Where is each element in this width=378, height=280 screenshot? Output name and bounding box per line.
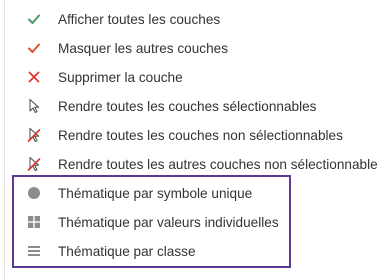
check-icon xyxy=(28,14,40,24)
grid-icon xyxy=(28,216,40,228)
menu-item-thematic-by-class[interactable]: Thématique par classe xyxy=(5,237,375,266)
menu-item-label: Thématique par classe xyxy=(58,244,196,259)
menu-item-thematic-individual-values[interactable]: Thématique par valeurs individuelles xyxy=(5,208,375,237)
menu-item-label: Masquer les autres couches xyxy=(58,41,229,56)
pointer-disabled-icon xyxy=(27,127,41,143)
menu-item-make-all-unselectable[interactable]: Rendre toutes les couches non sélectionn… xyxy=(5,121,375,150)
context-menu: Afficher toutes les couches Masquer les … xyxy=(0,0,378,280)
pointer-disabled-icon xyxy=(27,156,41,172)
menu-item-label: Supprimer la couche xyxy=(58,70,183,85)
list-icon xyxy=(28,246,40,256)
menu-item-label: Thématique par symbole unique xyxy=(58,186,253,201)
pointer-icon xyxy=(29,98,40,114)
menu-item-delete-layer[interactable]: Supprimer la couche xyxy=(5,63,375,92)
menu-item-label: Rendre toutes les couches non sélectionn… xyxy=(58,128,343,143)
menu-item-label: Thématique par valeurs individuelles xyxy=(58,215,279,230)
check-icon xyxy=(28,43,40,53)
menu-item-label: Afficher toutes les couches xyxy=(58,12,221,27)
menu-item-thematic-single-symbol[interactable]: Thématique par symbole unique xyxy=(5,179,375,208)
menu-item-show-all-layers[interactable]: Afficher toutes les couches xyxy=(5,5,375,34)
menu-item-make-all-selectable[interactable]: Rendre toutes les couches sélectionnable… xyxy=(5,92,375,121)
menu-item-label: Rendre toutes les couches sélectionnable… xyxy=(58,99,317,114)
menu-item-hide-other-layers[interactable]: Masquer les autres couches xyxy=(5,34,375,63)
circle-icon xyxy=(28,187,40,199)
close-icon xyxy=(28,71,40,83)
